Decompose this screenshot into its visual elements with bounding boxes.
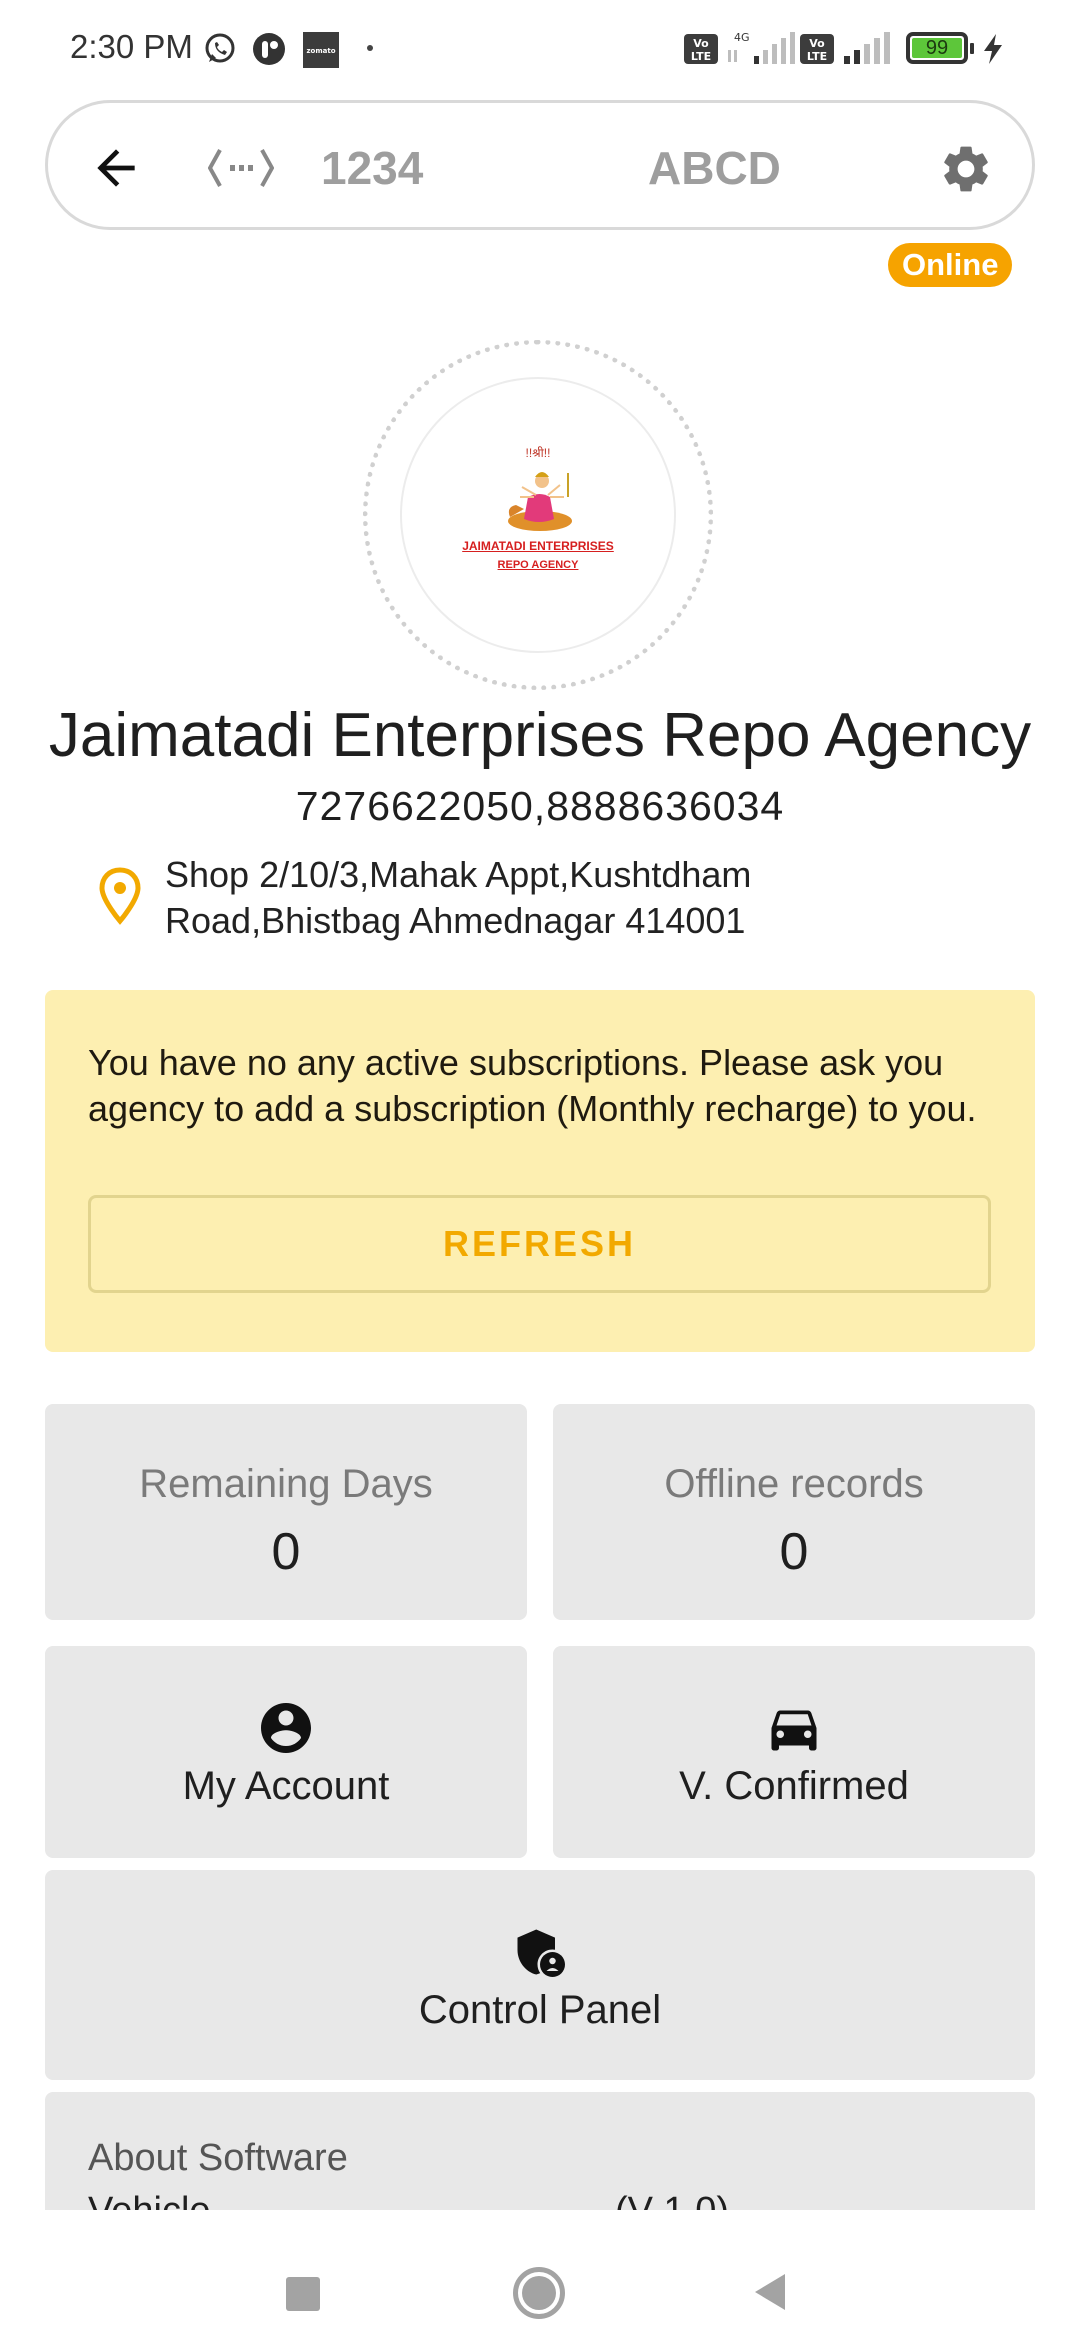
subscription-alert: You have no any active subscriptions. Pl… <box>45 990 1035 1352</box>
remaining-days-value: 0 <box>271 1523 301 1581</box>
my-account-tile[interactable]: My Account <box>45 1646 527 1858</box>
agency-address: Shop 2/10/3,Mahak Appt,Kushtdham Road,Bh… <box>165 854 752 941</box>
account-circle-icon <box>261 1703 311 1753</box>
agency-logo: !!श्री!! JAIMATADI ENTERPRISES REPO AGEN… <box>400 377 676 653</box>
signal-icon <box>844 32 890 64</box>
gear-icon[interactable] <box>938 141 994 197</box>
svg-text:LTE: LTE <box>807 50 827 63</box>
logo-text-line1: JAIMATADI ENTERPRISES <box>462 539 614 553</box>
home-button[interactable] <box>513 2267 565 2319</box>
agency-code: 1234 <box>321 142 424 194</box>
status-bar: 2:30 PM zomato Vo LTE 4G Vo LTE 99 <box>0 0 1080 95</box>
offline-records-value: 0 <box>779 1523 809 1581</box>
car-icon <box>771 1710 817 1751</box>
control-panel-tile[interactable]: Control Panel <box>45 1870 1035 2080</box>
back-button[interactable] <box>755 2274 785 2310</box>
battery-level: 99 <box>912 38 962 58</box>
system-nav-bar <box>0 2210 1080 2340</box>
app-icon <box>253 33 285 65</box>
battery-icon: 99 <box>906 32 974 64</box>
svg-text:zomato: zomato <box>306 47 335 55</box>
v-confirmed-tile[interactable]: V. Confirmed <box>553 1646 1035 1858</box>
back-arrow-icon[interactable] <box>88 140 144 196</box>
signal-4g-icon: 4G <box>728 31 795 64</box>
agency-short-name: ABCD <box>648 142 781 194</box>
svg-text:Vo: Vo <box>809 37 825 50</box>
remaining-days-label: Remaining Days <box>139 1462 433 1506</box>
agency-phone[interactable]: 7276622050,8888636034 <box>0 783 1080 830</box>
remaining-days-tile: Remaining Days 0 <box>45 1404 527 1620</box>
svg-text:Vo: Vo <box>693 37 709 50</box>
goddess-on-tiger-image <box>508 472 572 531</box>
admin-shield-icon <box>517 1929 565 1977</box>
location-pin-icon <box>99 867 141 925</box>
recents-button[interactable] <box>286 2277 320 2311</box>
charging-icon <box>984 34 1002 64</box>
volte-icon: Vo LTE <box>800 34 834 64</box>
svg-text:4G: 4G <box>734 31 750 44</box>
code-brackets-icon <box>208 149 274 187</box>
status-time: 2:30 PM <box>70 28 193 65</box>
zomato-icon: zomato <box>303 32 339 68</box>
v-confirmed-label: V. Confirmed <box>679 1764 909 1808</box>
dot-icon <box>367 45 373 51</box>
whatsapp-icon <box>205 33 235 63</box>
my-account-label: My Account <box>182 1764 390 1808</box>
volte-icon: Vo LTE <box>684 34 718 64</box>
svg-text:LTE: LTE <box>691 50 711 63</box>
status-badge: Online <box>888 243 1013 287</box>
offline-records-label: Offline records <box>664 1462 924 1506</box>
agency-name: Jaimatadi Enterprises Repo Agency <box>48 701 1032 770</box>
top-bar: 1234 ABCD <box>45 100 1035 230</box>
about-title: About Software <box>88 2137 348 2179</box>
offline-records-tile[interactable]: Offline records 0 <box>553 1404 1035 1620</box>
logo-text-line2: REPO AGENCY <box>497 559 579 571</box>
alert-message: You have no any active subscriptions. Pl… <box>88 1042 977 1129</box>
control-panel-label: Control Panel <box>418 1988 662 2032</box>
logo-shri-text: !!श्री!! <box>525 446 551 460</box>
refresh-button[interactable]: REFRESH <box>88 1195 991 1293</box>
